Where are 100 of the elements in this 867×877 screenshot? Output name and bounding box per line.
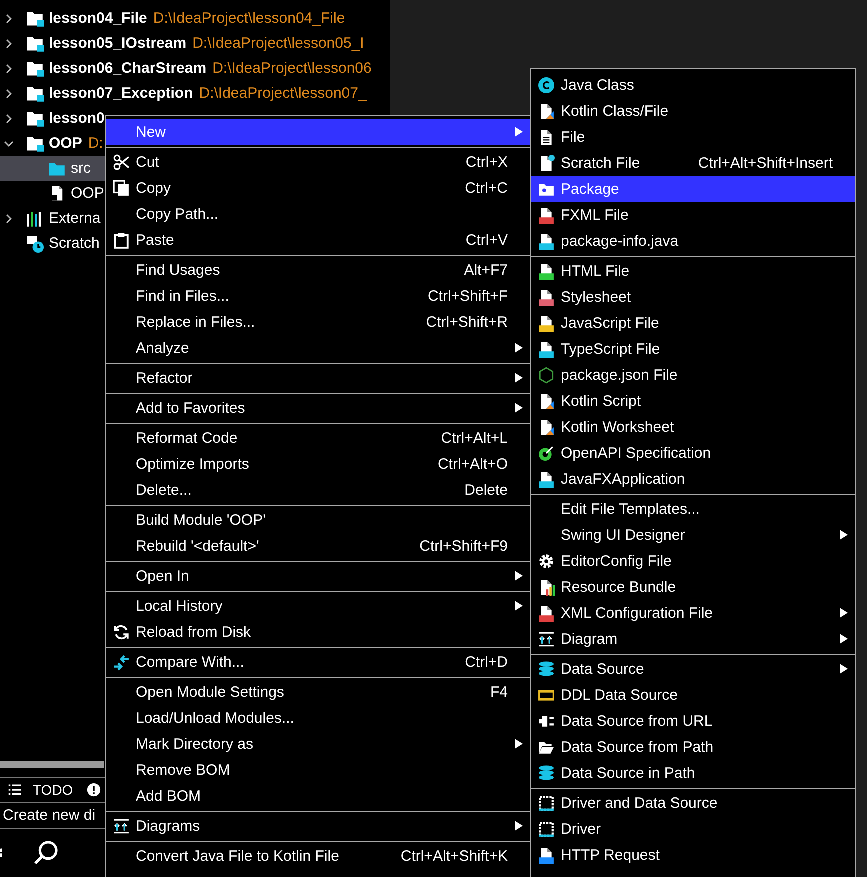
collapse-chevron-icon[interactable] [4,138,14,148]
menu-item[interactable]: Remove BOM [106,757,530,783]
menu-item[interactable]: Optimize Imports Ctrl+Alt+O [106,451,530,477]
menu-item[interactable]: Copy Ctrl+C [106,175,530,201]
file-icon [538,470,554,488]
tree-item-label[interactable]: OOP [71,185,104,202]
tree-item-label[interactable]: lesson05_IOstream [49,35,187,52]
menu-item[interactable]: Data Source [531,656,855,682]
todo-tab[interactable]: TODO [8,782,74,798]
menu-item[interactable]: New [106,119,530,145]
menu-item[interactable]: HTML File [531,258,855,284]
menu-item[interactable]: Scratch File Ctrl+Alt+Shift+Insert [531,150,855,176]
menu-item[interactable]: JavaFXApplication [531,466,855,492]
menu-item[interactable]: Mark Directory as [106,731,530,757]
menu-item[interactable]: Rebuild '<default>' Ctrl+Shift+F9 [106,533,530,559]
menu-item-label: Diagrams [136,818,202,834]
file-icon [538,288,554,306]
menu-item[interactable]: Data Source from URL [531,708,855,734]
menu-item[interactable]: Open Module Settings F4 [106,679,530,705]
menu-item[interactable]: Kotlin Script [531,388,855,414]
menu-item[interactable]: Reformat Code Ctrl+Alt+L [106,425,530,451]
menu-item[interactable]: Find Usages Alt+F7 [106,257,530,283]
tree-item-label[interactable]: lesson0 [49,110,105,127]
menu-item[interactable]: Data Source from Path [531,734,855,760]
shortcut-label: Ctrl+Shift+R [425,314,508,330]
menu-item-label: Remove BOM [136,762,232,778]
menu-item[interactable]: Copy Path... [106,201,530,227]
menu-item[interactable]: Kotlin Class/File [531,98,855,124]
menu-item[interactable]: Add to Favorites [106,395,530,421]
menu-item[interactable]: JavaScript File [531,310,855,336]
menu-item[interactable]: Find in Files... Ctrl+Shift+F [106,283,530,309]
menu-item-label: XML Configuration File [561,604,714,622]
menu-item[interactable]: Analyze [106,335,530,361]
expand-chevron-icon[interactable] [4,38,14,48]
menu-item[interactable]: Diagrams [106,813,530,839]
module-icon [26,110,44,128]
shortcut-label: Ctrl+Alt+O [436,456,508,472]
expand-chevron-icon[interactable] [4,114,14,124]
warning-icon[interactable] [87,783,102,797]
expand-chevron-icon[interactable] [4,214,14,224]
module-path: D:\IdeaProject\lesson05_I [192,35,364,52]
menu-item[interactable]: Add BOM [106,783,530,809]
menu-item[interactable]: Package [531,176,855,202]
tree-item-label[interactable]: lesson06_CharStream [49,60,207,77]
menu-item[interactable]: Compare With... Ctrl+D [106,649,530,675]
menu-item[interactable]: OpenAPI Specification [531,440,855,466]
menu-item-label: Data Source in Path [561,764,696,782]
tree-item-label[interactable]: lesson04_File [49,10,148,27]
shortcut-label: Ctrl+D [464,654,508,670]
menu-item[interactable]: DDL Data Source [531,682,855,708]
shortcut-label: Alt+F7 [463,262,508,278]
tree-item-label[interactable]: src [71,160,91,177]
menu-item[interactable]: package-info.java [531,228,855,254]
menu-item[interactable]: Resource Bundle [531,574,855,600]
menu-item[interactable]: Local History [106,593,530,619]
menu-item[interactable]: Cut Ctrl+X [106,149,530,175]
menu-item[interactable]: Paste Ctrl+V [106,227,530,253]
module-path: D: [88,135,104,152]
menu-item[interactable]: Open In [106,563,530,589]
menu-item-label: Driver and Data Source [561,794,719,812]
menu-item[interactable]: FXML File [531,202,855,228]
file-icon [538,604,554,622]
menu-item[interactable]: HTTP Request [531,842,855,868]
menu-item[interactable]: Refactor [106,365,530,391]
module-path: D:\IdeaProject\lesson07_ [199,85,367,102]
expand-chevron-icon[interactable] [4,88,14,98]
menu-item[interactable]: File [531,124,855,150]
menu-item[interactable]: Reload from Disk [106,619,530,645]
menu-item[interactable]: Diagram [531,626,855,652]
menu-item[interactable]: Kotlin Worksheet [531,414,855,440]
menu-item[interactable]: Data Source in Path [531,760,855,786]
bar-chart-icon [26,210,44,228]
menu-item-label: JavaScript File [561,314,660,332]
menu-item[interactable]: Swing UI Designer [531,522,855,548]
gear-icon [538,552,554,570]
scrollbar[interactable] [0,761,104,768]
menu-item[interactable]: Java Class [531,72,855,98]
menu-item[interactable]: XML Configuration File [531,600,855,626]
menu-item[interactable]: Build Module 'OOP' [106,507,530,533]
menu-item[interactable]: Driver [531,816,855,842]
search-icon[interactable] [32,839,60,867]
menu-item[interactable]: Delete... Delete [106,477,530,503]
menu-item[interactable]: Replace in Files... Ctrl+Shift+R [106,309,530,335]
menu-item-label: Copy Path... [136,206,220,222]
shortcut-label: Ctrl+Shift+F [426,288,508,304]
expand-chevron-icon[interactable] [4,64,14,74]
menu-item[interactable]: Load/Unload Modules... [106,705,530,731]
tree-item-label[interactable]: Externa [49,210,101,227]
menu-item[interactable]: Driver and Data Source [531,790,855,816]
menu-item[interactable]: package.json File [531,362,855,388]
tree-item-label[interactable]: lesson07_Exception [49,85,194,102]
menu-item[interactable]: EditorConfig File [531,548,855,574]
menu-item-label: Resource Bundle [561,578,678,596]
expand-chevron-icon[interactable] [4,14,14,24]
menu-item[interactable]: TypeScript File [531,336,855,362]
tree-item-label[interactable]: Scratch [49,235,100,252]
menu-item[interactable]: Edit File Templates... [531,496,855,522]
menu-item[interactable]: Stylesheet [531,284,855,310]
menu-item[interactable]: Convert Java File to Kotlin File Ctrl+Alt+Shift+K [106,843,530,869]
tree-item-label[interactable]: OOP [49,135,82,152]
